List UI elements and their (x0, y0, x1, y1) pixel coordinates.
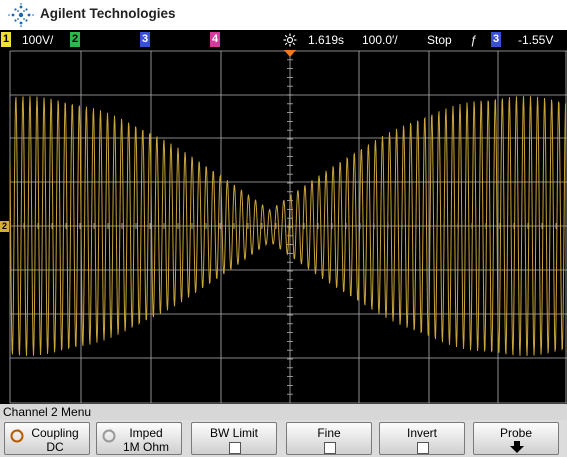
waveform-graticule (9, 50, 567, 404)
probe-label: Probe (499, 426, 533, 440)
fine-label: Fine (317, 426, 341, 440)
impedance-value: 1M Ohm (122, 440, 169, 454)
timebase-scale: 100.0′/ (362, 33, 398, 47)
agilent-spark-logo (8, 3, 34, 27)
status-bar: 1 100V/ 2 3 4 1.619s 100.0′/ Stop ƒ 3 -1… (0, 30, 567, 50)
coupling-softkey[interactable]: Coupling DC (4, 422, 90, 455)
timebase-position: 1.619s (308, 33, 345, 47)
graticule-grid (9, 50, 567, 404)
invert-label: Invert (406, 426, 437, 440)
down-arrow-icon (510, 441, 524, 453)
impedance-softkey[interactable]: Imped 1M Ohm (96, 422, 182, 455)
channel-1-scale: 100V/ (22, 33, 54, 47)
menu-title: Channel 2 Menu (3, 405, 92, 419)
trigger-source-indicator: 3 (491, 32, 501, 47)
channel-2-indicator[interactable]: 2 (70, 32, 80, 47)
trigger-position-marker (284, 50, 296, 57)
impedance-label: Imped (129, 426, 163, 440)
fine-softkey[interactable]: Fine (286, 422, 372, 455)
menu-title-bar: Channel 2 Menu (0, 404, 567, 420)
fine-checkbox[interactable] (324, 442, 336, 454)
coupling-value: DC (46, 440, 64, 454)
run-state: Stop (427, 33, 452, 47)
invert-softkey[interactable]: Invert (379, 422, 465, 455)
probe-softkey[interactable]: Probe (473, 422, 559, 455)
coupling-label: Coupling (31, 426, 79, 440)
channel-4-indicator[interactable]: 4 (210, 32, 220, 47)
trigger-slope-icon: ƒ (470, 33, 477, 47)
waveform-display: 2 (0, 50, 567, 404)
channel-1-indicator[interactable]: 1 (1, 32, 11, 47)
invert-checkbox[interactable] (417, 442, 429, 454)
timebase-sun-icon (283, 33, 297, 47)
brand-name: Agilent Technologies (40, 6, 176, 21)
brand-bar: Agilent Technologies (0, 0, 567, 30)
bw-limit-label: BW Limit (210, 426, 258, 440)
softkey-bar: Coupling DC Imped 1M Ohm BW Limit Fine I… (0, 420, 567, 457)
bw-limit-checkbox[interactable] (229, 442, 241, 454)
trigger-level: -1.55V (518, 33, 554, 47)
bw-limit-softkey[interactable]: BW Limit (191, 422, 277, 455)
channel-2-ground-marker[interactable]: 2 (0, 221, 9, 232)
channel-3-indicator[interactable]: 3 (140, 32, 150, 47)
